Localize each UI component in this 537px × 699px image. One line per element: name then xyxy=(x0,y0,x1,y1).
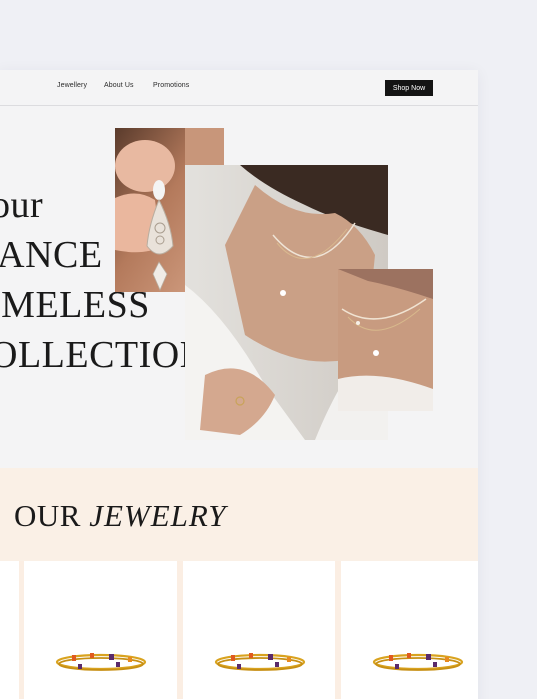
browser-window: Jewellery About Us Promotions Shop Now o… xyxy=(0,70,478,699)
hero-heading-line-1: our xyxy=(0,184,44,226)
top-navigation: Jewellery About Us Promotions Shop Now xyxy=(0,70,478,106)
section-title-plain: OUR xyxy=(14,498,81,533)
nav-link-promotions[interactable]: Promotions xyxy=(153,82,189,89)
nav-link-about-us[interactable]: About Us xyxy=(104,82,134,89)
section-title-italic: JEWELRY xyxy=(89,498,227,533)
shop-now-button[interactable]: Shop Now xyxy=(385,80,433,96)
hero-heading-line-2: IANCE xyxy=(0,234,103,276)
nav-link-jewellery[interactable]: Jewellery xyxy=(57,82,87,89)
our-jewelry-section: OUR JEWELRY xyxy=(0,468,478,561)
bangle-image xyxy=(371,647,465,677)
product-card[interactable] xyxy=(24,561,177,699)
product-card[interactable] xyxy=(341,561,478,699)
product-grid xyxy=(0,561,478,699)
product-card[interactable] xyxy=(183,561,335,699)
necklace-detail-photo xyxy=(338,269,433,411)
product-card-partial[interactable] xyxy=(0,561,19,699)
section-title: OUR JEWELRY xyxy=(14,498,227,534)
bangle-image xyxy=(54,647,148,677)
bangle-image xyxy=(213,647,307,677)
hero-section: our IANCE IMELESS OLLECTION. xyxy=(0,106,478,468)
